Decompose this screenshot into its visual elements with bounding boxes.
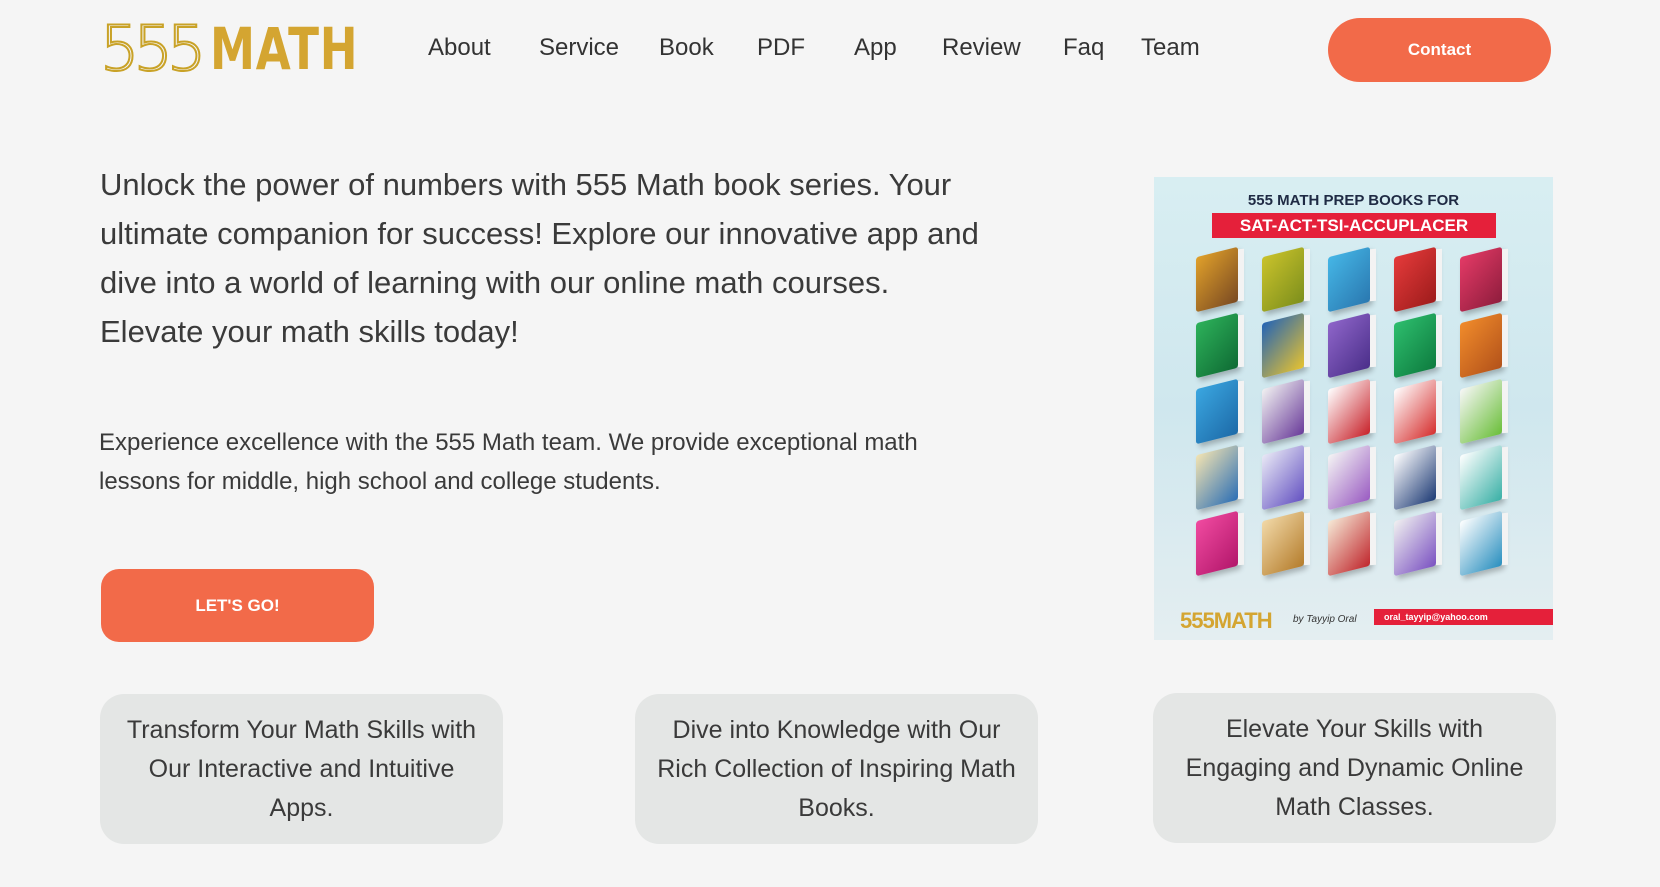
poster-author: by Tayyip Oral — [1293, 614, 1357, 625]
book-cover-image — [1196, 444, 1238, 511]
book-cover-image — [1394, 246, 1436, 313]
site-logo[interactable]: 555 MATH — [99, 12, 401, 85]
logo-word: MATH — [210, 15, 359, 83]
book-cover-image — [1328, 378, 1370, 445]
nav-book[interactable]: Book — [659, 34, 714, 62]
book-cover-image — [1460, 510, 1502, 577]
book-cover-image — [1394, 378, 1436, 445]
book-cover-image — [1328, 312, 1370, 379]
book-cover-image — [1460, 312, 1502, 379]
apps-feature-text: Transform Your Math Skills with Our Inte… — [126, 715, 477, 822]
poster-book-grid — [1190, 246, 1520, 582]
books-feature-text: Dive into Knowledge with Our Rich Collec… — [657, 715, 1016, 822]
lets-go-button[interactable]: LET'S GO! — [101, 569, 374, 642]
book-cover-image — [1460, 444, 1502, 511]
book-cover-image — [1394, 312, 1436, 379]
book-cover-image — [1394, 510, 1436, 577]
logo-number: 555 — [99, 12, 207, 85]
hero-headline: Unlock the power of numbers with 555 Mat… — [100, 167, 979, 349]
book-cover-image — [1460, 378, 1502, 445]
book-cover-image — [1262, 510, 1304, 577]
book-series-poster[interactable]: 555 MATH PREP BOOKS FOR SAT-ACT-TSI-ACCU… — [1154, 177, 1553, 640]
book-cover-image — [1196, 246, 1238, 313]
book-cover-image — [1394, 444, 1436, 511]
site-header: 555 MATH About Service Book PDF App Revi… — [0, 0, 1660, 100]
book-cover-image — [1328, 246, 1370, 313]
books-feature-card[interactable]: Dive into Knowledge with Our Rich Collec… — [635, 694, 1038, 844]
hero-subtext: Experience excellence with the 555 Math … — [99, 429, 918, 495]
book-cover-image — [1196, 510, 1238, 577]
nav-about[interactable]: About — [428, 34, 491, 62]
nav-faq[interactable]: Faq — [1063, 34, 1104, 62]
classes-feature-card[interactable]: Elevate Your Skills with Engaging and Dy… — [1153, 693, 1556, 843]
book-cover-image — [1328, 510, 1370, 577]
poster-footer: 555MATH by Tayyip Oral oral_tayyip@yahoo… — [1154, 600, 1553, 640]
book-cover-image — [1460, 246, 1502, 313]
nav-review[interactable]: Review — [942, 34, 1021, 62]
poster-title: 555 MATH PREP BOOKS FOR — [1247, 192, 1460, 209]
classes-feature-text: Elevate Your Skills with Engaging and Dy… — [1185, 714, 1524, 821]
apps-feature-card[interactable]: Transform Your Math Skills with Our Inte… — [100, 694, 503, 844]
poster-logo: 555MATH — [1180, 608, 1273, 633]
nav-pdf[interactable]: PDF — [757, 34, 805, 62]
book-cover-image — [1262, 378, 1304, 445]
book-cover-image — [1196, 378, 1238, 445]
nav-app[interactable]: App — [854, 34, 897, 62]
poster-banner: SAT-ACT-TSI-ACCUPLACER — [1212, 213, 1496, 238]
book-cover-image — [1262, 444, 1304, 511]
book-cover-image — [1196, 312, 1238, 379]
book-cover-image — [1262, 246, 1304, 313]
book-cover-image — [1328, 444, 1370, 511]
nav-service[interactable]: Service — [539, 34, 619, 62]
contact-button[interactable]: Contact — [1328, 18, 1551, 82]
nav-team[interactable]: Team — [1141, 34, 1200, 62]
book-cover-image — [1262, 312, 1304, 379]
poster-email: oral_tayyip@yahoo.com — [1374, 609, 1553, 625]
